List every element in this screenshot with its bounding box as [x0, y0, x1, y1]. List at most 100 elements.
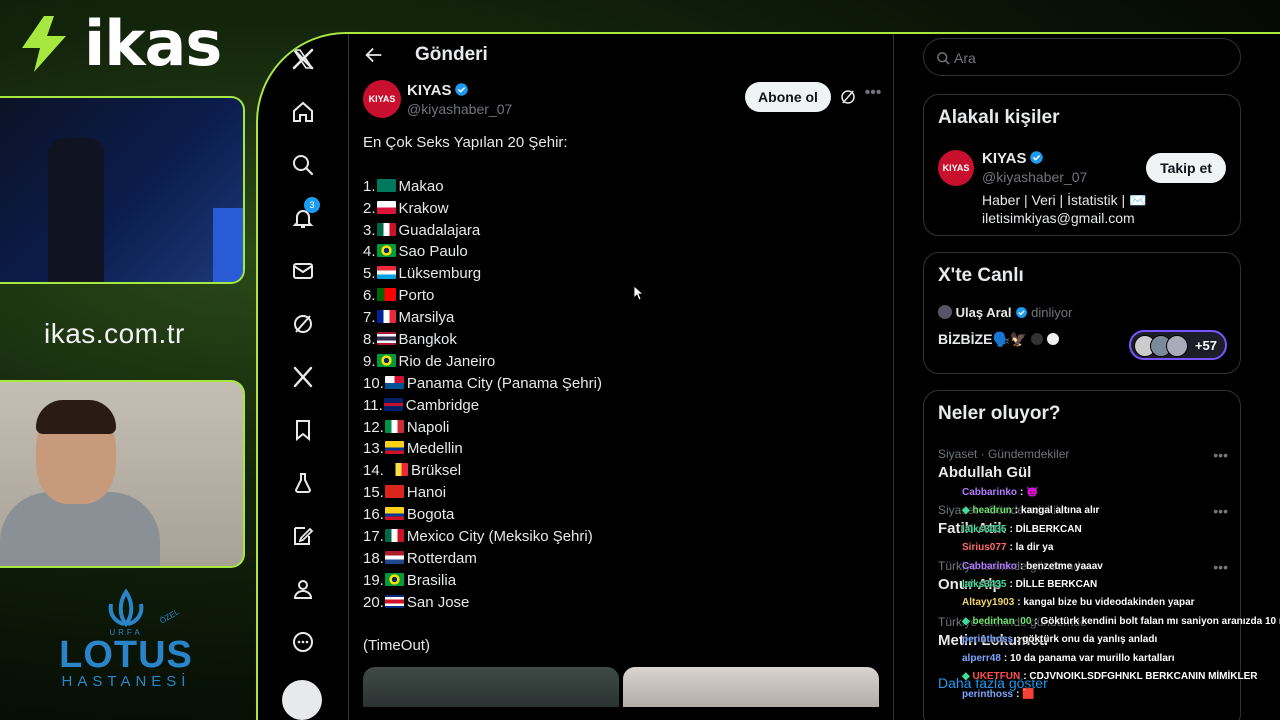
city-list-item: 6. Porto [363, 285, 883, 307]
chat-text: benzetme yaaav [1026, 560, 1103, 572]
chat-text: kangal altına alır [1021, 505, 1100, 517]
chat-message: Cabbarinko: benzetme yaaav [962, 558, 1280, 576]
city-list-item: 5. Lüksemburg [363, 263, 883, 285]
city-list-item: 14. Brüksel [363, 460, 883, 482]
back-arrow-icon[interactable] [363, 44, 385, 66]
city-name: Hanoi [406, 484, 447, 502]
bio-line: Haber | Veri | İstatistik | ✉️ [982, 192, 1147, 208]
chat-message: Altayy1903: kangal bize bu videodakinden… [962, 594, 1280, 612]
x-premium-icon[interactable] [288, 362, 318, 392]
grok-icon[interactable] [288, 309, 318, 339]
person-handle[interactable]: @kiyashaber_07 [982, 169, 1087, 185]
profile-icon[interactable] [288, 574, 318, 604]
chat-message: ◆ headrun: kangal altına alır [962, 502, 1280, 520]
mexico-flag-icon [384, 529, 404, 543]
city-list-item: 1. Makao [363, 176, 883, 198]
city-rank: 3. [363, 221, 376, 239]
chat-text: la dir ya [1015, 542, 1054, 554]
city-rank: 14. [363, 462, 389, 480]
city-rank: 19. [363, 571, 384, 589]
follow-button[interactable]: Takip et [1146, 153, 1226, 183]
city-rank: 5. [363, 265, 376, 283]
city-rank: 9. [363, 352, 376, 370]
author-handle[interactable]: @kiyashaber_07 [407, 101, 512, 117]
space-title[interactable]: BİZBİZE🗣️🦅 [938, 331, 1060, 348]
more-circle-icon[interactable] [288, 627, 318, 657]
subscribe-button[interactable]: Abone ol [745, 82, 831, 112]
notification-badge: 3 [304, 197, 320, 213]
lightning-bolt-icon [22, 16, 66, 72]
dark-circle-emoji [1031, 333, 1044, 345]
thailand-flag-icon [376, 332, 396, 346]
media-image[interactable] [623, 667, 879, 707]
chat-text: 10 da panama var murillo kartalları [1010, 652, 1175, 664]
monitor-glow [213, 208, 243, 282]
chat-message: ◆ bedirhan_00: Göktürk kendini bolt fala… [962, 613, 1280, 631]
bio-email[interactable]: iletisimkiyas@gmail.com [982, 209, 1232, 227]
lab-flask-icon[interactable] [288, 468, 318, 498]
city-rank: 8. [363, 331, 376, 349]
chat-username: Altayy1903 [962, 597, 1015, 609]
city-name: Bangkok [398, 331, 457, 349]
stream-chat-overlay: Cabbarinko: 😈 ◆ headrun: kangal altına al… [962, 484, 1280, 720]
person-name-row[interactable]: KIYAS [982, 150, 1044, 167]
city-name: San Jose [406, 593, 470, 611]
panama-flag-icon [384, 375, 404, 389]
belgium-flag-icon [389, 463, 409, 477]
streamer-webcam [0, 380, 245, 568]
city-list-item: 9. Rio de Janeiro [363, 351, 883, 373]
listeners-pill[interactable]: +57 [1129, 330, 1227, 360]
city-name: Panama City (Panama Şehri) [406, 374, 602, 392]
city-list-item: 12. Napoli [363, 417, 883, 439]
listener-count: +57 [1194, 338, 1217, 353]
lotus-sponsor-logo: ÖZEL URFA LOTUS HASTANESİ [56, 588, 196, 690]
city-list: 1. Makao 2. Krakow 3. Guadalajara 4. Sao Paulo 5… [363, 176, 883, 614]
verified-badge-icon [1015, 307, 1027, 318]
search-box[interactable] [923, 38, 1241, 76]
live-host[interactable]: Ulaş Aral dinliyor [938, 305, 1072, 320]
chat-badge-icon: ◆ [962, 671, 973, 683]
city-rank: 18. [363, 549, 384, 567]
mail-icon[interactable] [288, 256, 318, 286]
mouse-cursor-icon [634, 286, 644, 300]
trend-item[interactable]: Siyaset · Gündemdekiler Abdullah Gül ••• [938, 447, 1228, 481]
chair-image [48, 138, 104, 282]
chat-username: perinthoss [962, 634, 1014, 646]
france-flag-icon [376, 310, 396, 324]
x-logo-icon[interactable] [288, 44, 318, 74]
author-avatar[interactable]: KIYAS [363, 80, 401, 118]
person-name[interactable]: KIYAS [982, 150, 1026, 167]
chat-username: Cabbarinko [962, 560, 1018, 572]
media-image[interactable] [363, 667, 619, 707]
more-options-icon[interactable]: ••• [863, 84, 883, 104]
brazil-flag-icon [384, 572, 404, 586]
author-name[interactable]: KIYAS [407, 82, 451, 99]
bookmark-icon[interactable] [288, 415, 318, 445]
lotus-flower-icon [108, 588, 144, 628]
more-options-icon[interactable]: ••• [1213, 447, 1228, 463]
grok-icon[interactable] [839, 88, 857, 106]
chat-text: kangal bize bu videodakinden yapar [1023, 597, 1195, 609]
author-name-row[interactable]: KIYAS [407, 82, 469, 99]
person-avatar[interactable]: KIYAS [938, 150, 974, 186]
page-title: Gönderi [415, 44, 488, 65]
chat-message: Cabbarinko: 😈 [962, 484, 1280, 502]
chat-text: CDJVNOIKLSDFGHNKL BERKCANIN MİMİKLER [1029, 671, 1258, 683]
card-title: Neler oluyor? [938, 403, 1061, 424]
post-media[interactable] [363, 667, 879, 707]
chat-text: göktürk onu da yanlış anladı [1022, 634, 1158, 646]
search-input[interactable] [954, 48, 1214, 68]
city-name: Mexico City (Meksiko Şehri) [406, 528, 593, 546]
account-avatar[interactable] [282, 680, 322, 720]
city-name: Cambridge [405, 396, 480, 414]
chat-text: 🟥 [1022, 689, 1035, 701]
home-icon[interactable] [288, 97, 318, 127]
card-title: X'te Canlı [938, 265, 1024, 286]
city-rank: 7. [363, 309, 376, 327]
city-rank: 16. [363, 506, 384, 524]
bell-icon[interactable]: 3 [288, 197, 320, 233]
city-rank: 6. [363, 287, 376, 305]
search-icon[interactable] [288, 150, 318, 180]
compose-icon[interactable] [288, 521, 318, 551]
chat-username: UKETFUN [972, 671, 1021, 683]
